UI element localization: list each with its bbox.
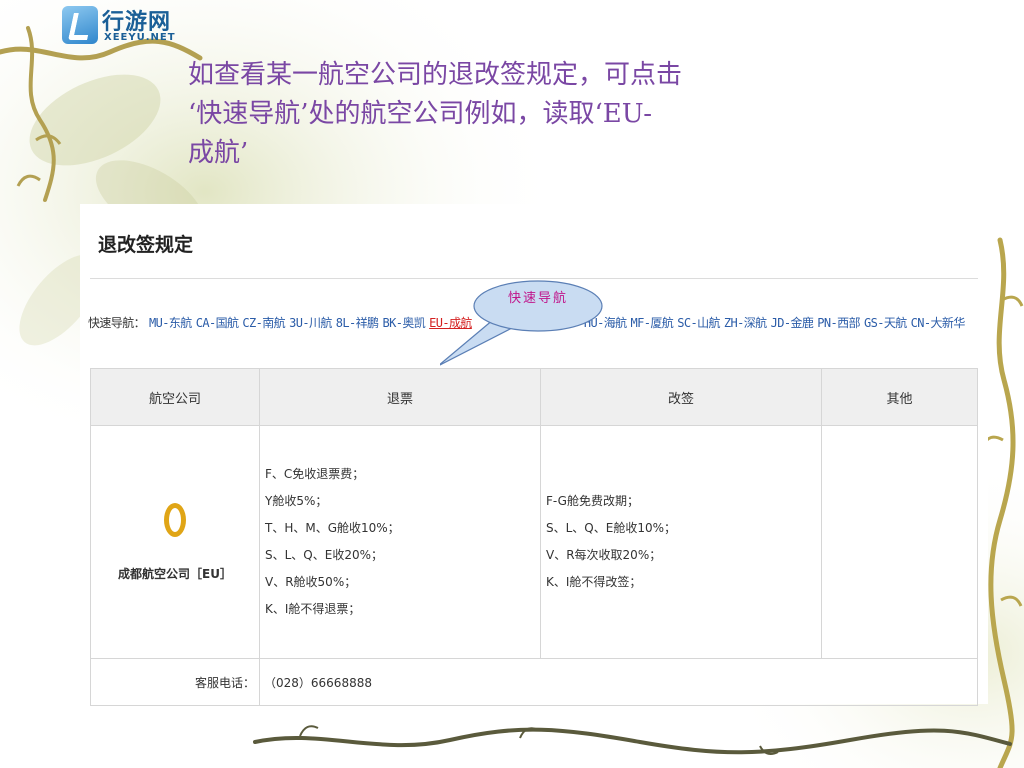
slide-line: ‘快速导航’处的航空公司例如，读取‘EU-	[188, 99, 653, 129]
airline-logo-icon	[164, 502, 186, 537]
refund-rule: S、L、Q、E收20%；	[265, 548, 384, 562]
quicknav-link-zh[interactable]: ZH-深航	[724, 316, 767, 330]
refund-rule: V、R舱收50%；	[265, 575, 357, 589]
logo-mark-icon	[62, 6, 98, 44]
header-refund: 退票	[259, 368, 541, 426]
slide-line: 成航’	[188, 138, 249, 168]
table-header-row: 航空公司 退票 改签 其他	[90, 368, 978, 426]
phone-value: （028）66668888	[259, 658, 978, 706]
quicknav-link-cn[interactable]: CN-大新华	[911, 316, 966, 330]
quicknav-link-sc[interactable]: SC-山航	[677, 316, 720, 330]
callout-text: 快速导航	[507, 291, 568, 306]
quicknav-link-pn[interactable]: PN-西部	[817, 316, 860, 330]
refund-rule: F、C免收退票费；	[265, 467, 365, 481]
slide-line: 如查看某一航空公司的退改签规定，可点击	[188, 60, 683, 90]
quicknav-link-bk[interactable]: BK-奥凯	[382, 316, 425, 330]
header-change: 改签	[540, 368, 822, 426]
other-cell	[821, 425, 978, 659]
refund-rules-cell: F、C免收退票费； Y舱收5%； T、H、M、G舱收10%； S、L、Q、E收2…	[259, 425, 541, 659]
header-airline: 航空公司	[90, 368, 260, 426]
quicknav-link-jd[interactable]: JD-金鹿	[771, 316, 814, 330]
airline-cell: 成都航空公司［EU］	[90, 425, 260, 659]
header-other: 其他	[821, 368, 978, 426]
rules-table: 航空公司 退票 改签 其他 成都航空公司［EU］ F、C免收退票费； Y舱收5%…	[90, 368, 978, 706]
change-rule: F-G舱免费改期；	[546, 494, 639, 508]
change-rule: V、R每次收取20%；	[546, 548, 662, 562]
refund-rule: K、I舱不得退票；	[265, 602, 361, 616]
phone-label: 客服电话：	[90, 658, 260, 706]
table-row: 成都航空公司［EU］ F、C免收退票费； Y舱收5%； T、H、M、G舱收10%…	[90, 425, 978, 659]
change-rule: S、L、Q、E舱收10%；	[546, 521, 677, 535]
table-row-phone: 客服电话： （028）66668888	[90, 658, 978, 706]
change-rules-cell: F-G舱免费改期； S、L、Q、E舱收10%； V、R每次收取20%； K、I舱…	[540, 425, 822, 659]
site-logo[interactable]: 行游网 XEEYU.NET	[62, 6, 180, 46]
quicknav-link-8l[interactable]: 8L-祥鹏	[336, 316, 379, 330]
quicknav-link-3u[interactable]: 3U-川航	[289, 316, 332, 330]
change-rule: K、I舱不得改签；	[546, 575, 642, 589]
callout-bubble: 快速导航	[437, 278, 610, 368]
quicknav-link-mu[interactable]: MU-东航	[149, 316, 192, 330]
quicknav-link-cz[interactable]: CZ-南航	[242, 316, 285, 330]
refund-rule: T、H、M、G舱收10%；	[265, 521, 400, 535]
airline-name: 成都航空公司［EU］	[118, 566, 232, 581]
logo-name-en: XEEYU.NET	[104, 32, 176, 43]
quicknav-label: 快速导航：	[88, 316, 146, 330]
slide-instruction: 如查看某一航空公司的退改签规定，可点击 ‘快速导航’处的航空公司例如，读取‘EU…	[188, 56, 868, 173]
quicknav-link-mf[interactable]: MF-厦航	[631, 316, 674, 330]
quicknav-link-ca[interactable]: CA-国航	[196, 316, 239, 330]
refund-rule: Y舱收5%；	[265, 494, 328, 508]
quicknav-link-gs[interactable]: GS-天航	[864, 316, 907, 330]
panel-title: 退改签规定	[98, 234, 194, 256]
